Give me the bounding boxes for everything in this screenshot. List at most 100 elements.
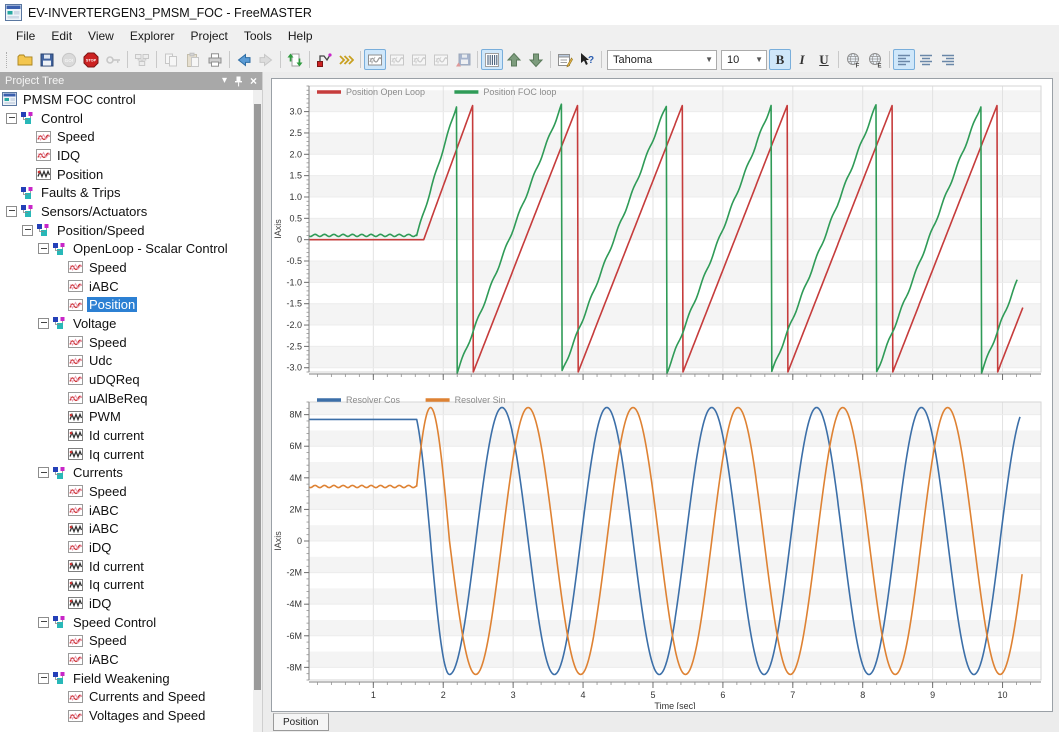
menu-help[interactable]: Help	[280, 27, 321, 45]
tree-item-id-current[interactable]: Id current	[0, 557, 253, 576]
tree-item-iabc[interactable]: iABC	[0, 277, 253, 296]
tab-position-label: Position	[283, 717, 319, 728]
copy-button[interactable]	[160, 49, 182, 70]
properties-button[interactable]	[554, 49, 576, 70]
tree-expander-icon[interactable]	[38, 243, 49, 254]
tree-item-speed[interactable]: Speed	[0, 127, 253, 146]
forward-button[interactable]	[255, 49, 277, 70]
tree-scrollbar-thumb[interactable]	[254, 104, 261, 690]
toolbar: GO!STOP? Tahoma▼10▼BIUFE	[0, 47, 1059, 73]
menu-file[interactable]: File	[8, 27, 43, 45]
symbols-f-button[interactable]: F	[842, 49, 864, 70]
tree-item-idq[interactable]: iDQ	[0, 594, 253, 613]
tree-item-iabc[interactable]: iABC	[0, 501, 253, 520]
pins-button[interactable]	[335, 49, 357, 70]
font-combo[interactable]: Tahoma▼	[607, 50, 717, 70]
reload-button[interactable]	[284, 49, 306, 70]
stimulators-button[interactable]	[313, 49, 335, 70]
scope-icon	[68, 690, 83, 704]
tree-item-id-current[interactable]: Id current	[0, 426, 253, 445]
tree-item-currents[interactable]: Currents	[0, 463, 253, 482]
tree-item-control[interactable]: Control	[0, 109, 253, 128]
pin-icon[interactable]	[234, 76, 243, 87]
tree-item-field-weakening[interactable]: Field Weakening	[0, 669, 253, 688]
tree-item-speed[interactable]: Speed	[0, 482, 253, 501]
align-center-button[interactable]	[915, 49, 937, 70]
recorder-button[interactable]	[386, 49, 408, 70]
bold-button[interactable]: B	[769, 49, 791, 70]
tree-item-position-speed[interactable]: Position/Speed	[0, 221, 253, 240]
menu-project[interactable]: Project	[183, 27, 236, 45]
align-right-icon	[940, 52, 956, 68]
tree-item-iabc[interactable]: iABC	[0, 650, 253, 669]
move-up-button[interactable]	[503, 49, 525, 70]
italic-button[interactable]: I	[791, 49, 813, 70]
tree-expander-icon[interactable]	[22, 225, 33, 236]
tree-expander-icon[interactable]	[38, 318, 49, 329]
tree-item-idq[interactable]: iDQ	[0, 538, 253, 557]
menu-explorer[interactable]: Explorer	[122, 27, 183, 45]
close-icon[interactable]: ×	[250, 76, 257, 86]
tree-item-label: Faults & Trips	[39, 185, 122, 200]
tree-expander-icon[interactable]	[38, 467, 49, 478]
move-down-button[interactable]	[525, 49, 547, 70]
context-help-button[interactable]: ?	[576, 49, 598, 70]
tree-item-udqreq[interactable]: uDQReq	[0, 370, 253, 389]
project-blocks-button[interactable]	[131, 49, 153, 70]
tree-item-position[interactable]: Position	[0, 295, 253, 314]
toolbar-grip	[6, 52, 10, 68]
tree-item-faults-trips[interactable]: Faults & Trips	[0, 183, 253, 202]
tree-scrollbar[interactable]	[253, 90, 262, 732]
menu-tools[interactable]: Tools	[236, 27, 280, 45]
oscilloscope-button[interactable]	[364, 49, 386, 70]
tree-item-speed[interactable]: Speed	[0, 258, 253, 277]
print-button[interactable]	[204, 49, 226, 70]
tree-item-speed-control[interactable]: Speed Control	[0, 613, 253, 632]
menu-bar: FileEditViewExplorerProjectToolsHelp	[0, 25, 1059, 48]
tree-expander-icon[interactable]	[38, 617, 49, 628]
align-left-button[interactable]	[893, 49, 915, 70]
tree-item-pwm[interactable]: PWM	[0, 407, 253, 426]
tree-item-speed[interactable]: Speed	[0, 631, 253, 650]
tree-item-idq[interactable]: IDQ	[0, 146, 253, 165]
align-right-button[interactable]	[937, 49, 959, 70]
save-data-button[interactable]	[452, 49, 474, 70]
tree-item-voltage[interactable]: Voltage	[0, 314, 253, 333]
tree-indent	[0, 622, 38, 623]
tab-position[interactable]: Position	[273, 713, 329, 731]
tree-item-voltages-and-speed[interactable]: Voltages and Speed	[0, 706, 253, 725]
scope-setup-button[interactable]	[430, 49, 452, 70]
tree-item-pmsm-foc-control[interactable]: PMSM FOC control	[0, 90, 253, 109]
save-project-button[interactable]	[36, 49, 58, 70]
grid-button[interactable]	[481, 49, 503, 70]
tree-item-iabc[interactable]: iABC	[0, 519, 253, 538]
stop-button[interactable]: STOP	[80, 49, 102, 70]
tree-expander-icon[interactable]	[6, 206, 17, 217]
tree-item-iq-current[interactable]: Iq current	[0, 575, 253, 594]
svg-text:Position FOC loop: Position FOC loop	[483, 87, 556, 97]
tree-expander-icon[interactable]	[38, 673, 49, 684]
symbols-e-button[interactable]: E	[864, 49, 886, 70]
tree-item-udc[interactable]: Udc	[0, 351, 253, 370]
tree-item-speed[interactable]: Speed	[0, 333, 253, 352]
open-project-button[interactable]	[14, 49, 36, 70]
go-button[interactable]: GO!	[58, 49, 80, 70]
size-combo[interactable]: 10▼	[721, 50, 767, 70]
underline-button[interactable]: U	[813, 49, 835, 70]
tree-expander-icon[interactable]	[6, 113, 17, 124]
toolbar-separator	[309, 51, 310, 68]
tree-item-iq-current[interactable]: Iq current	[0, 445, 253, 464]
menu-view[interactable]: View	[80, 27, 122, 45]
panel-menu-arrow-icon[interactable]: ▾	[222, 76, 227, 86]
tree-item-position[interactable]: Position	[0, 165, 253, 184]
svg-text:1.5: 1.5	[289, 171, 302, 181]
tree-item-ualbereq[interactable]: uAlBeReq	[0, 389, 253, 408]
tree-item-sensors-actuators[interactable]: Sensors/Actuators	[0, 202, 253, 221]
tree-item-openloop-scalar-control[interactable]: OpenLoop - Scalar Control	[0, 239, 253, 258]
paste-button[interactable]	[182, 49, 204, 70]
communication-button[interactable]	[102, 49, 124, 70]
back-button[interactable]	[233, 49, 255, 70]
subblock-button[interactable]	[408, 49, 430, 70]
tree-item-currents-and-speed[interactable]: Currents and Speed	[0, 688, 253, 707]
menu-edit[interactable]: Edit	[43, 27, 80, 45]
